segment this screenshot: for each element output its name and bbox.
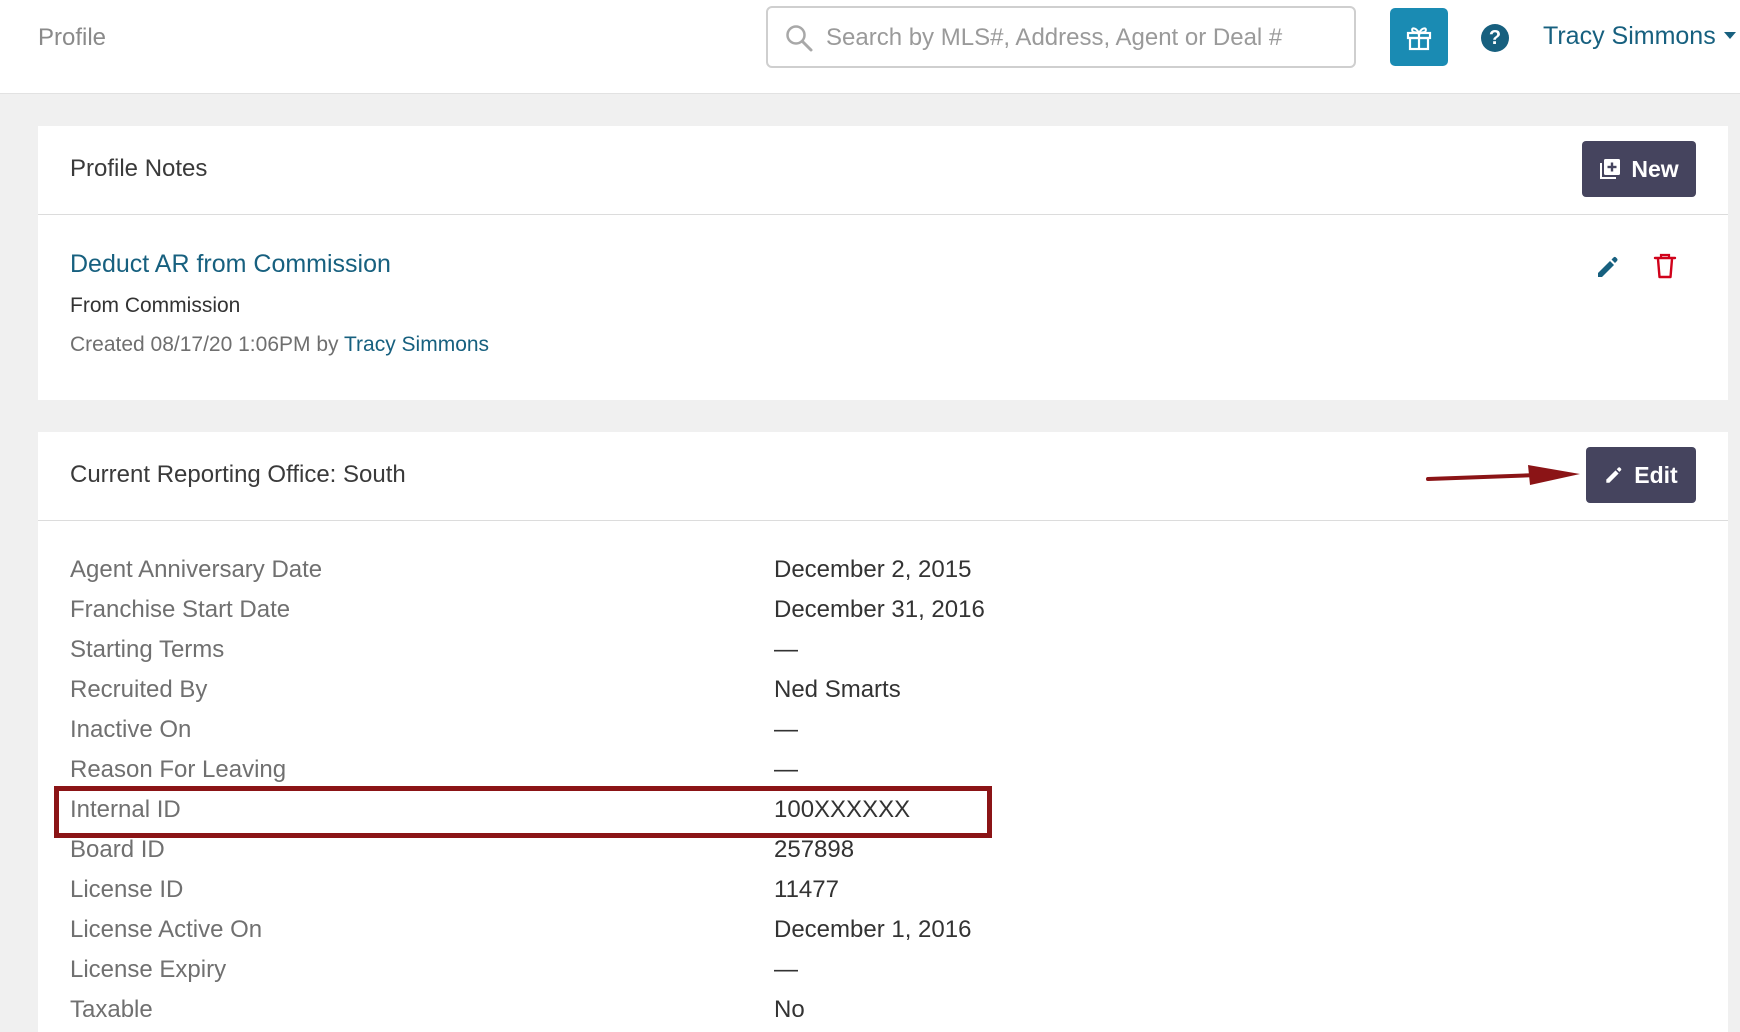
note-title-link[interactable]: Deduct AR from Commission <box>70 250 391 279</box>
add-note-icon <box>1600 159 1621 179</box>
detail-label: License ID <box>70 876 184 903</box>
edit-office-button[interactable]: Edit <box>1586 447 1696 503</box>
profile-notes-card: Profile Notes New Deduct AR from Commiss… <box>38 126 1728 400</box>
detail-row: Board ID 257898 <box>70 832 1670 872</box>
pencil-icon <box>1606 467 1622 483</box>
detail-row: License Expiry — <box>70 952 1670 992</box>
note-author-link[interactable]: Tracy Simmons <box>344 333 489 356</box>
new-button-label: New <box>1631 155 1679 182</box>
detail-value: No <box>774 996 805 1023</box>
detail-row: License ID 11477 <box>70 872 1670 912</box>
detail-value: — <box>774 956 798 983</box>
gift-icon <box>1406 27 1432 51</box>
annotation-arrow <box>1426 465 1580 485</box>
reporting-office-title: Current Reporting Office: South <box>70 461 406 488</box>
search-box[interactable] <box>766 6 1356 68</box>
caret-down-icon <box>1723 31 1736 39</box>
detail-value: December 2, 2015 <box>774 556 972 583</box>
detail-row: Reason For Leaving — <box>70 752 1670 792</box>
edit-button-label: Edit <box>1634 461 1678 488</box>
search-input[interactable] <box>824 16 1338 60</box>
user-menu[interactable]: Tracy Simmons <box>1543 22 1736 51</box>
detail-value: December 31, 2016 <box>774 596 985 623</box>
detail-value: — <box>774 636 798 663</box>
detail-label: Starting Terms <box>70 636 225 663</box>
gift-button[interactable] <box>1390 8 1448 66</box>
detail-value: Ned Smarts <box>774 676 901 703</box>
detail-value: 257898 <box>774 836 855 863</box>
office-details-list: Agent Anniversary Date December 2, 2015 Fr… <box>70 552 1670 1032</box>
search-icon <box>786 25 813 52</box>
note-created-meta: Created 08/17/20 1:06PM by Tracy Simmons <box>70 333 489 357</box>
detail-row: Recruited By Ned Smarts <box>70 672 1670 712</box>
top-bar: Profile ? Tracy Simmons <box>0 0 1740 94</box>
profile-notes-title: Profile Notes <box>70 155 208 182</box>
detail-row: Starting Terms — <box>70 632 1670 672</box>
detail-label: Inactive On <box>70 716 192 743</box>
detail-label: Board ID <box>70 836 165 863</box>
detail-value: 11477 <box>774 876 839 903</box>
detail-label: Reason For Leaving <box>70 756 287 783</box>
detail-label: License Expiry <box>70 956 227 983</box>
user-name: Tracy Simmons <box>1543 22 1716 50</box>
detail-value: December 1, 2016 <box>774 916 972 943</box>
trash-icon[interactable] <box>1653 252 1677 280</box>
detail-label: Taxable <box>70 996 153 1023</box>
help-icon[interactable]: ? <box>1481 24 1509 52</box>
page-title: Profile <box>38 24 107 51</box>
reporting-office-card: Current Reporting Office: South Edit Age… <box>38 432 1728 1032</box>
detail-value: 100XXXXXX <box>774 796 911 823</box>
detail-row: Inactive On — <box>70 712 1670 752</box>
detail-row: Franchise Start Date December 31, 2016 <box>70 592 1670 632</box>
pencil-icon[interactable] <box>1594 254 1620 280</box>
detail-row: Agent Anniversary Date December 2, 2015 <box>70 552 1670 592</box>
detail-row: License Active On December 1, 2016 <box>70 912 1670 952</box>
detail-row: Internal ID 100XXXXXX <box>70 792 1670 832</box>
detail-value: — <box>774 756 798 783</box>
detail-value: — <box>774 716 798 743</box>
detail-label: Agent Anniversary Date <box>70 556 323 583</box>
detail-row: Taxable No <box>70 992 1670 1032</box>
detail-label: Internal ID <box>70 796 181 823</box>
new-note-button[interactable]: New <box>1582 141 1696 197</box>
detail-label: Franchise Start Date <box>70 596 291 623</box>
note-created-text: Created 08/17/20 1:06PM by <box>70 333 339 356</box>
detail-label: License Active On <box>70 916 263 943</box>
detail-label: Recruited By <box>70 676 208 703</box>
profile-notes-header: Profile Notes New <box>38 126 1728 215</box>
note-subtitle: From Commission <box>70 294 241 317</box>
